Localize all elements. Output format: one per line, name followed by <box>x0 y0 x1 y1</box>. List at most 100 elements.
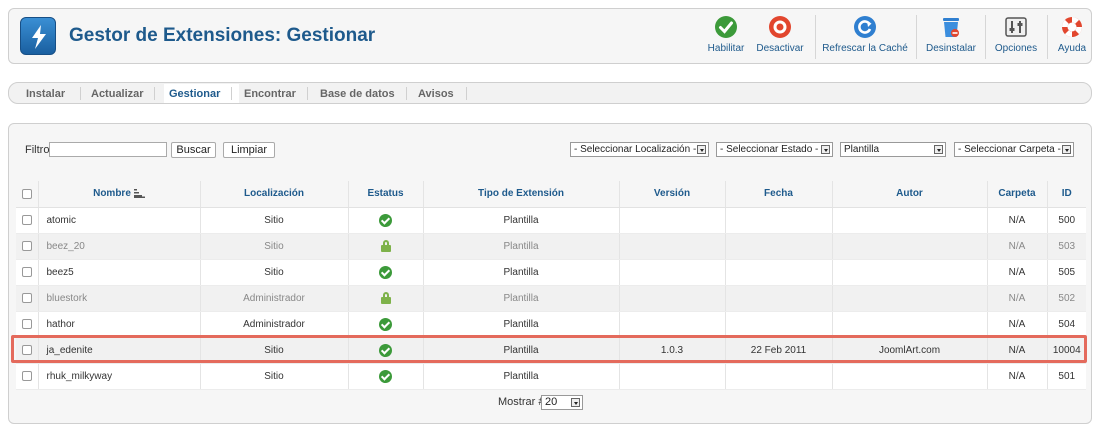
check-circle-icon[interactable] <box>379 265 392 279</box>
cell-id: 503 <box>1046 233 1086 260</box>
pagination-limit-select[interactable]: 20 <box>541 395 583 410</box>
cell-id: 502 <box>1046 285 1086 312</box>
cell-folder: N/A <box>986 233 1047 260</box>
submenu-item-install[interactable]: Instalar <box>26 88 65 100</box>
column-header-name[interactable]: Nombre <box>37 181 200 208</box>
cell-status[interactable] <box>347 259 423 286</box>
cell-version <box>618 311 725 338</box>
cell-name[interactable]: beez5 <box>37 259 200 286</box>
column-header-id[interactable]: ID <box>1046 181 1086 208</box>
chevron-down-icon <box>934 145 943 154</box>
column-header-folder[interactable]: Carpeta <box>986 181 1047 208</box>
cell-type: Plantilla <box>422 285 619 312</box>
search-button[interactable]: Buscar <box>171 142 216 158</box>
table-header-row: Nombre Localización Estatus Tipo de Exte… <box>16 181 1086 208</box>
submenu-item-manage[interactable]: Gestionar <box>169 88 220 100</box>
table-row[interactable]: rhuk_milkyway Sitio Plantilla N/A 501 <box>16 363 1086 390</box>
location-select[interactable]: - Seleccionar Localización - <box>570 142 709 157</box>
cell-status[interactable] <box>347 233 423 260</box>
table-row[interactable]: atomic Sitio Plantilla N/A 500 <box>16 207 1086 234</box>
cell-author <box>831 311 987 338</box>
cell-location: Sitio <box>199 259 348 286</box>
help-button[interactable]: Ayuda <box>1055 15 1089 61</box>
column-header-status[interactable]: Estatus <box>347 181 423 208</box>
cell-status[interactable] <box>347 285 423 312</box>
submenu-item-discover[interactable]: Encontrar <box>244 88 296 100</box>
main-panel: Filtro: Buscar Limpiar - Seleccionar Loc… <box>8 123 1092 424</box>
submenu-item-warnings[interactable]: Avisos <box>418 88 454 100</box>
state-select-value: - Seleccionar Estado - <box>720 144 819 155</box>
cell-folder: N/A <box>986 363 1047 390</box>
filter-input[interactable] <box>49 142 167 157</box>
options-label: Opciones <box>994 43 1038 54</box>
cell-type: Plantilla <box>422 233 619 260</box>
cell-folder: N/A <box>986 259 1047 286</box>
table-row[interactable]: beez_20 Sitio Plantilla N/A 503 <box>16 233 1086 260</box>
cell-name[interactable]: rhuk_milkyway <box>37 363 200 390</box>
column-header-date[interactable]: Fecha <box>724 181 832 208</box>
select-all-checkbox[interactable] <box>21 188 32 199</box>
row-checkbox[interactable] <box>21 266 32 277</box>
cell-date <box>724 285 832 312</box>
table-row[interactable]: beez5 Sitio Plantilla N/A 505 <box>16 259 1086 286</box>
pagination-limit-value: 20 <box>545 396 558 408</box>
row-checkbox[interactable] <box>21 240 32 251</box>
type-select[interactable]: Plantilla <box>840 142 946 157</box>
cell-status[interactable] <box>347 311 423 338</box>
cell-version <box>618 233 725 260</box>
column-header-version[interactable]: Versión <box>618 181 725 208</box>
submenu-divider <box>80 87 81 100</box>
cell-status[interactable] <box>347 207 423 234</box>
submenu-item-update[interactable]: Actualizar <box>91 88 144 100</box>
type-select-value: Plantilla <box>844 144 880 155</box>
row-checkbox[interactable] <box>21 292 32 303</box>
refresh-icon <box>854 16 876 38</box>
chevron-down-icon <box>821 145 830 154</box>
check-circle-icon[interactable] <box>379 317 392 331</box>
select-all-cell <box>16 181 38 208</box>
cell-name[interactable]: bluestork <box>37 285 200 312</box>
cell-name[interactable]: hathor <box>37 311 200 338</box>
column-header-location[interactable]: Localización <box>199 181 348 208</box>
enable-button[interactable]: Habilitar <box>706 15 746 61</box>
page-title: Gestor de Extensiones: Gestionar <box>69 25 376 46</box>
row-checkbox[interactable] <box>21 370 32 381</box>
options-button[interactable]: Opciones <box>993 15 1039 61</box>
row-checkbox-cell <box>16 259 38 286</box>
uninstall-button[interactable]: Desinstalar <box>925 15 977 61</box>
uninstall-label: Desinstalar <box>925 43 977 54</box>
cell-type: Plantilla <box>422 207 619 234</box>
table-row[interactable]: bluestork Administrador Plantilla N/A 502 <box>16 285 1086 312</box>
disable-button[interactable]: Desactivar <box>756 15 804 61</box>
column-header-author[interactable]: Autor <box>831 181 987 208</box>
submenu-item-database[interactable]: Base de datos <box>320 88 395 100</box>
clear-button[interactable]: Limpiar <box>223 142 275 158</box>
pagination-show-label: Mostrar # <box>498 396 545 408</box>
row-checkbox[interactable] <box>21 318 32 329</box>
trash-icon <box>943 18 959 37</box>
folder-select[interactable]: - Seleccionar Carpeta - <box>954 142 1074 157</box>
lock-icon <box>380 240 391 252</box>
row-checkbox-cell <box>16 363 38 390</box>
enable-label: Habilitar <box>707 43 745 54</box>
chevron-down-icon <box>697 145 706 154</box>
cell-status[interactable] <box>347 363 423 390</box>
row-highlight <box>11 335 1087 363</box>
table-row[interactable]: hathor Administrador Plantilla N/A 504 <box>16 311 1086 338</box>
check-circle-icon[interactable] <box>379 213 392 227</box>
cell-date <box>724 363 832 390</box>
cell-author <box>831 233 987 260</box>
submenu-divider <box>231 87 232 100</box>
row-checkbox[interactable] <box>21 214 32 225</box>
cell-name[interactable]: atomic <box>37 207 200 234</box>
cell-name[interactable]: beez_20 <box>37 233 200 260</box>
refresh-cache-button[interactable]: Refrescar la Caché <box>822 15 908 61</box>
state-select[interactable]: - Seleccionar Estado - <box>716 142 833 157</box>
column-header-type[interactable]: Tipo de Extensión <box>422 181 619 208</box>
cell-date <box>724 311 832 338</box>
cell-id: 504 <box>1046 311 1086 338</box>
check-circle-icon[interactable] <box>379 369 392 383</box>
cell-version <box>618 285 725 312</box>
sort-ascending-icon <box>133 189 145 199</box>
cell-folder: N/A <box>986 207 1047 234</box>
